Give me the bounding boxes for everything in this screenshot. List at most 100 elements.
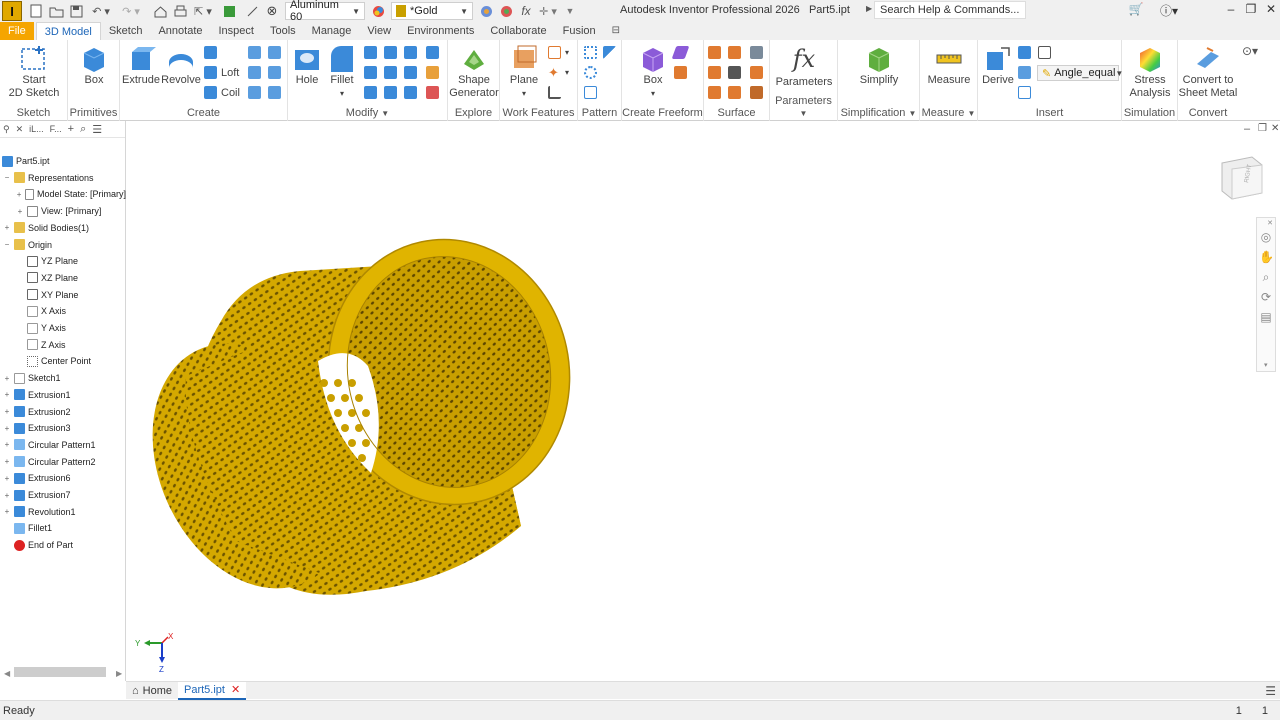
home-icon[interactable] [152,3,168,19]
expand-icon[interactable]: + [3,424,11,433]
tree-item[interactable]: + Sketch1 [0,370,126,386]
ruled-surface-button[interactable] [750,86,767,99]
hole-button[interactable]: Hole [290,44,324,87]
tree-item[interactable]: Z Axis [0,337,126,353]
redo-icon[interactable]: ↷ ▾ [118,3,144,19]
clear-appearance-icon[interactable] [498,3,514,19]
browser-tab-2[interactable]: F... [50,124,62,134]
simplify-button[interactable]: Simplify [856,44,902,87]
browser-add-icon[interactable]: + [68,123,74,135]
tab-tools[interactable]: Tools [262,22,304,40]
cart-icon[interactable]: 🛒 [1127,2,1145,20]
stress-analysis-button[interactable]: Stress Analysis [1124,44,1176,100]
tree-item[interactable]: X Axis [0,303,126,319]
shape-generator-button[interactable]: Shape Generator [449,44,499,100]
rib-button[interactable] [248,46,265,59]
orbit-icon[interactable]: ⟳ [1259,290,1273,304]
help-icon[interactable]: ⓘ▾ [1158,2,1180,20]
rectangular-pattern-button[interactable] [584,46,601,59]
unwrap-button[interactable] [268,86,285,99]
freeform-convert-button[interactable] [674,66,691,79]
sculpt-button[interactable] [248,86,265,99]
new-file-icon[interactable] [28,3,44,19]
browser-pin-icon[interactable]: ⚲ [3,124,10,135]
expand-icon[interactable]: + [3,474,11,483]
browser-scrollbar[interactable] [14,667,106,677]
fit-mesh-button[interactable] [728,86,745,99]
parameters-button[interactable]: fx Parameters [774,44,834,89]
move-bodies-button[interactable] [404,86,421,99]
thicken-button[interactable] [426,66,443,79]
tab-part5[interactable]: Part5.ipt ✕ [178,681,247,700]
group-label-measure[interactable]: Measure ▼ [920,107,977,119]
stitch-button[interactable] [708,46,725,59]
group-label-simplification[interactable]: Simplification ▼ [838,107,919,119]
tree-item[interactable]: YZ Plane [0,253,126,269]
patch-button[interactable] [750,46,767,59]
tab-home[interactable]: ⌂ Home [126,682,178,700]
open-icon[interactable] [48,3,64,19]
tab-manage[interactable]: Manage [304,22,360,40]
tree-item[interactable]: XY Plane [0,287,126,303]
fillet-button[interactable]: Fillet ▾ [324,44,360,100]
extend-button[interactable] [728,66,745,79]
tab-fusion[interactable]: Fusion [555,22,604,40]
bend-part-button[interactable] [426,86,443,99]
pan-icon[interactable]: ✋ [1259,250,1274,264]
appearance-select[interactable]: *Gold ▼ [391,2,473,20]
extrude-button[interactable]: Extrude [122,44,160,87]
tree-item[interactable]: + Solid Bodies(1) [0,220,126,236]
copy-object-button[interactable] [384,86,401,99]
minimize-button[interactable]: – [1222,2,1240,20]
expand-icon[interactable]: + [16,190,22,199]
trim-button[interactable] [708,66,725,79]
tree-item[interactable]: Part5.ipt [0,153,126,169]
point-cloud-button[interactable] [1018,86,1035,99]
loft-button[interactable]: Loft [204,66,239,79]
tree-item[interactable]: + Extrusion3 [0,420,126,436]
replace-face-button[interactable] [750,66,767,79]
derive-button[interactable]: Derive [980,44,1016,87]
restore-button[interactable]: ❐ [1242,2,1260,20]
chamfer-button[interactable] [364,46,381,59]
sculpt-surface-button[interactable] [728,46,745,59]
tab-collaborate[interactable]: Collaborate [482,22,554,40]
tab-annotate[interactable]: Annotate [150,22,210,40]
import-insert-button[interactable] [1018,46,1035,59]
mirror-button[interactable] [603,46,620,59]
derive-create-button[interactable] [248,66,265,79]
axis-button[interactable]: ▾ [548,46,569,59]
tree-item[interactable]: + Extrusion7 [0,487,126,503]
sketch-pattern-button[interactable] [584,86,601,99]
draft-button[interactable] [404,46,421,59]
split-button[interactable] [364,66,381,79]
expand-icon[interactable]: + [3,457,11,466]
close-button[interactable]: ✕ [1262,2,1280,20]
revolve-button[interactable]: Revolve [160,44,202,87]
shell-button[interactable] [384,46,401,59]
ribbon-options-icon[interactable]: ⊙▾ [1242,44,1258,58]
browser-search-icon[interactable]: ⌕ [80,123,86,136]
tree-item[interactable]: Y Axis [0,320,126,336]
add-icon[interactable]: ✛ ▾ [538,3,558,19]
circular-pattern-button[interactable] [584,66,601,79]
color-override-icon[interactable]: ⊗ [264,3,280,19]
tab-3d-model[interactable]: 3D Model [35,22,101,40]
tree-item[interactable]: + Extrusion2 [0,404,126,420]
zoom-icon[interactable]: ⌕ [1259,270,1273,284]
tree-item[interactable]: + Circular Pattern2 [0,454,126,470]
search-input[interactable]: Search Help & Commands... [874,1,1026,19]
viewcube[interactable]: RIGHT [1218,153,1266,201]
save-icon[interactable] [68,3,84,19]
tab-file[interactable]: File [0,22,34,40]
perforated-cylinder-model[interactable] [126,217,594,621]
sweep-button[interactable] [204,46,221,59]
tree-item[interactable]: End of Part [0,537,126,553]
expand-icon[interactable]: + [3,440,11,449]
appearance-palette-icon[interactable] [370,3,386,19]
select-mode-icon[interactable]: ⇱ ▾ [192,3,214,19]
collapse-icon[interactable]: − [3,173,11,182]
close-doc-tab-icon[interactable]: ✕ [231,681,240,699]
search-expand-icon[interactable]: ▶ [866,4,872,13]
measure-qat-icon[interactable] [244,3,260,19]
